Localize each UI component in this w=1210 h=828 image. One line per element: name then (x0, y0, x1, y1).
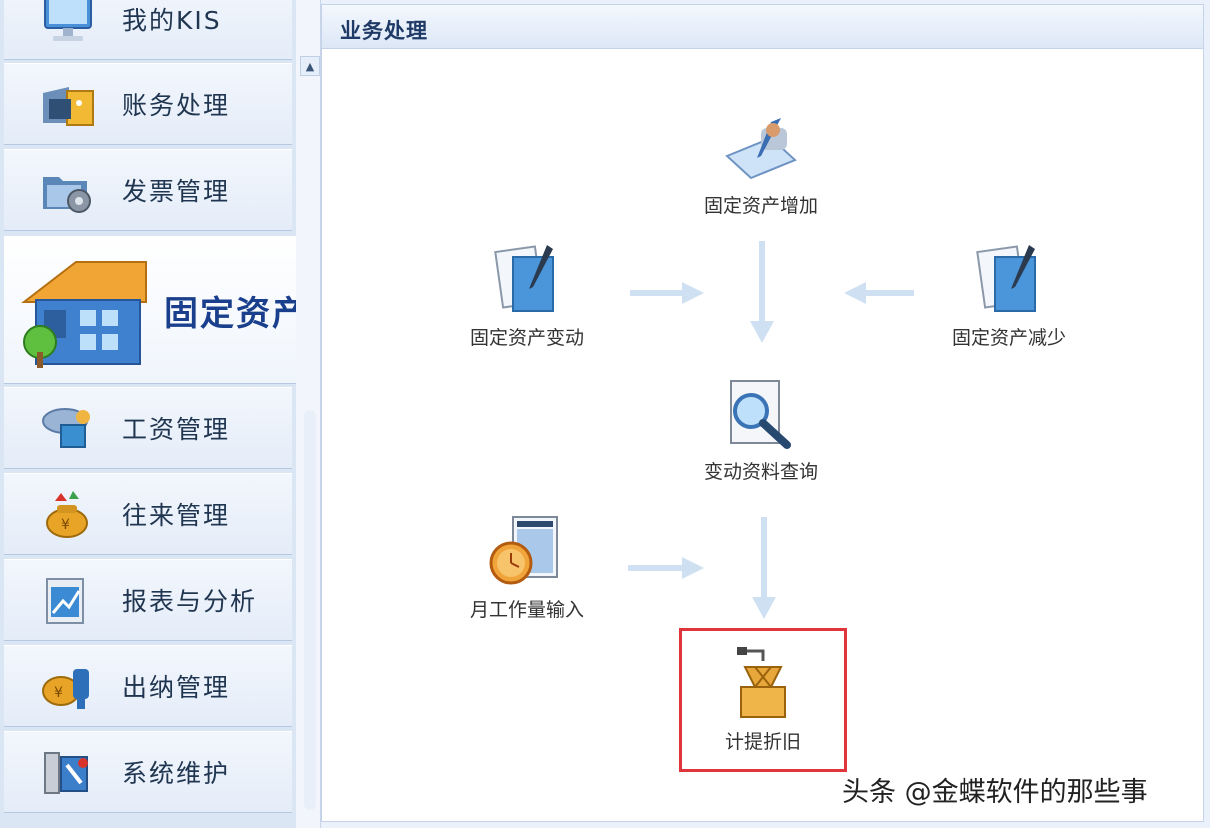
money-bag-icon: ¥ (36, 484, 100, 544)
sidebar-item-label: 往来管理 (122, 501, 231, 530)
func-asset-reduce[interactable]: 固定资产减少 (934, 243, 1084, 350)
func-label: 固定资产增加 (703, 195, 818, 217)
computer-icon (36, 0, 100, 49)
sidebar-item-label: 发票管理 (122, 177, 231, 206)
sidebar-item-label: 报表与分析 (122, 587, 258, 616)
sidebar-item-label: 工资管理 (122, 415, 231, 444)
sidebar-item-my-kis[interactable]: 我的KIS (4, 0, 292, 60)
func-label: 变动资料查询 (703, 461, 818, 483)
arrow-down-icon (750, 241, 774, 343)
ledger-icon (36, 74, 100, 134)
arrow-down-icon (752, 517, 776, 619)
func-label: 固定资产减少 (951, 327, 1066, 349)
sidebar-item-label: 账务处理 (122, 91, 231, 120)
func-change-query[interactable]: 变动资料查询 (686, 377, 836, 484)
sidebar-item-fixed-assets[interactable]: 固定资产 (4, 236, 296, 384)
func-monthly-workload[interactable]: 月工作量输入 (452, 515, 602, 622)
highlight-box (679, 628, 847, 772)
sidebar-item-cashier[interactable]: ¥ 出纳管理 (4, 645, 292, 727)
write-document-icon (721, 111, 801, 185)
sidebar-item-ledger[interactable]: 账务处理 (4, 63, 292, 145)
func-asset-change[interactable]: 固定资产变动 (452, 243, 602, 350)
module-sidebar: 我的KIS 账务处理 发票管理 固定资产 工资管理 ¥ 往来管理 报表与分析 ¥… (0, 0, 297, 828)
invoice-folder-icon (36, 160, 100, 220)
arrow-right-icon (628, 557, 704, 579)
system-icon (36, 742, 100, 802)
wage-icon (36, 398, 100, 458)
sidebar-item-label: 固定资产 (164, 293, 297, 334)
scroll-up-button[interactable]: ▲ (300, 56, 320, 76)
func-label: 月工作量输入 (469, 599, 584, 621)
document-pen-icon (969, 243, 1049, 317)
scrollbar-track[interactable] (304, 410, 316, 810)
sidebar-item-invoice[interactable]: 发票管理 (4, 149, 292, 231)
chevron-up-icon: ▲ (305, 59, 315, 73)
sidebar-item-receivables[interactable]: ¥ 往来管理 (4, 473, 292, 555)
report-icon (36, 570, 100, 630)
watermark: 头条 @金蝶软件的那些事 (842, 777, 1148, 808)
sidebar-item-reports[interactable]: 报表与分析 (4, 559, 292, 641)
sidebar-item-wage[interactable]: 工资管理 (4, 387, 292, 469)
document-pen-icon (487, 243, 567, 317)
func-label: 固定资产变动 (469, 327, 584, 349)
panel-title: 业务处理 (340, 19, 428, 43)
arrow-left-icon (844, 282, 914, 304)
svg-text:¥: ¥ (61, 517, 70, 533)
sidebar-item-label: 我的KIS (122, 6, 222, 35)
arrow-right-icon (630, 282, 704, 304)
app-window: 我的KIS 账务处理 发票管理 固定资产 工资管理 ¥ 往来管理 报表与分析 ¥… (0, 0, 1210, 828)
house-icon (14, 245, 154, 375)
cashier-icon: ¥ (36, 656, 100, 716)
magnifier-icon (721, 377, 801, 451)
calendar-clock-icon (487, 515, 567, 589)
func-asset-add[interactable]: 固定资产增加 (686, 111, 836, 218)
sidebar-item-label: 系统维护 (122, 759, 231, 788)
sidebar-item-system[interactable]: 系统维护 (4, 731, 292, 813)
svg-text:¥: ¥ (54, 685, 63, 701)
panel-header: 业务处理 (322, 5, 1203, 49)
business-panel: 业务处理 固定资产增加 固定资产变动 固定资产减少 变动资料查询 月工作量输入 … (321, 4, 1204, 822)
sidebar-item-label: 出纳管理 (122, 673, 231, 702)
